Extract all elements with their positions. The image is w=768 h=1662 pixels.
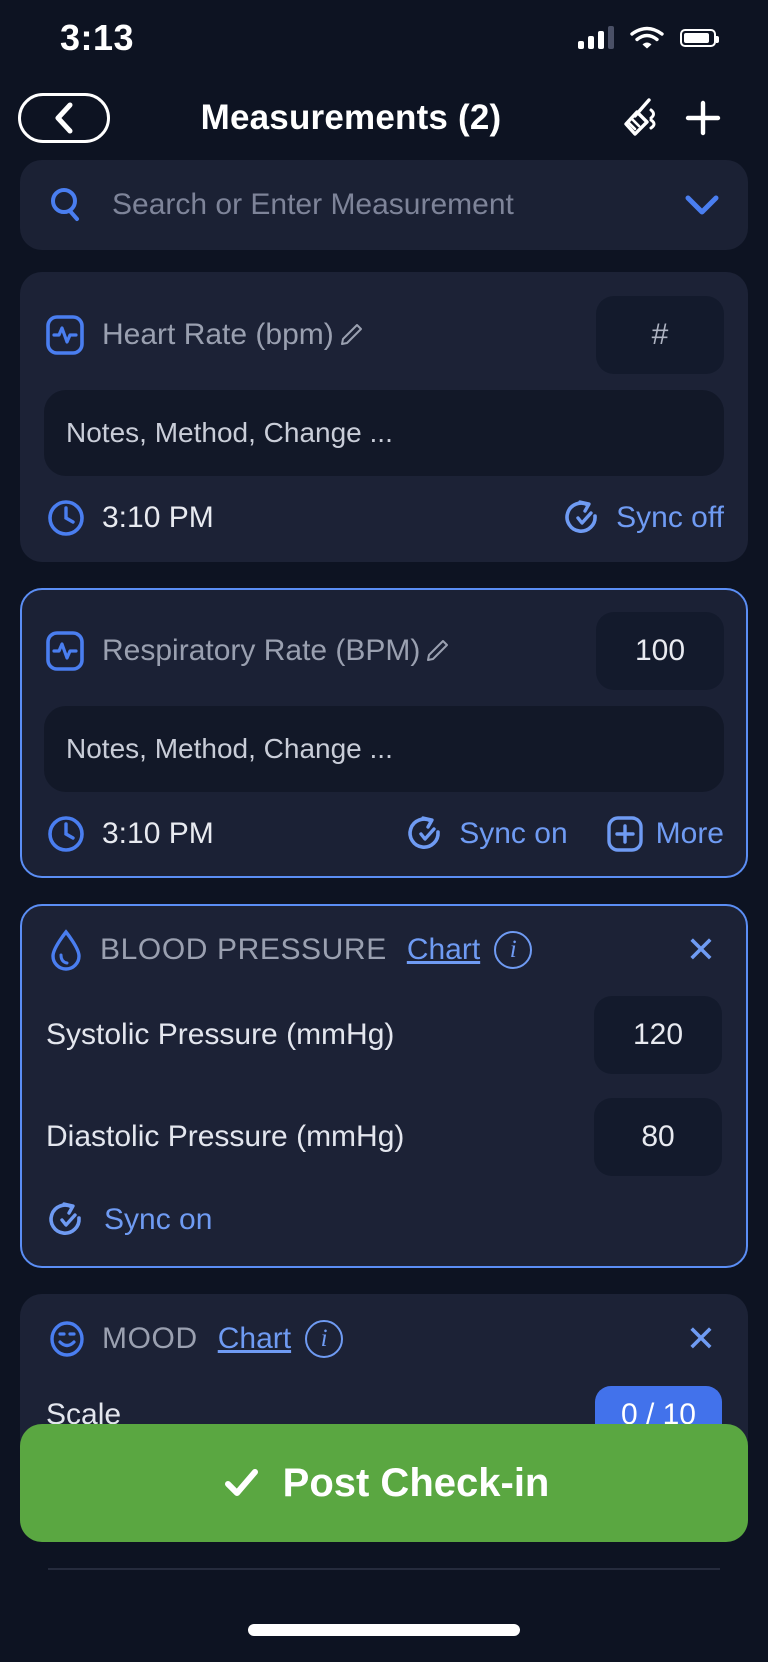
smiley-icon <box>50 1321 84 1357</box>
pencil-icon[interactable] <box>424 638 450 664</box>
chart-link[interactable]: Chart <box>218 1322 291 1356</box>
measurement-value-input[interactable]: # <box>596 296 724 374</box>
post-checkin-button[interactable]: Post Check-in <box>20 1424 748 1542</box>
panel-header: MOOD Chart i ✕ <box>46 1318 722 1360</box>
search-bar[interactable]: Search or Enter Measurement <box>20 160 748 250</box>
measurement-card-heart-rate[interactable]: Heart Rate (bpm) # Notes, Method, Change… <box>20 272 748 562</box>
info-icon[interactable]: i <box>494 931 533 969</box>
field-value-input[interactable]: 120 <box>594 996 722 1074</box>
pencil-icon[interactable] <box>338 322 364 348</box>
panel-blood-pressure[interactable]: BLOOD PRESSURE Chart i ✕ Systolic Pressu… <box>20 904 748 1268</box>
search-icon <box>51 188 79 221</box>
field-label: Systolic Pressure (mmHg) <box>46 1018 395 1051</box>
clear-all-button[interactable] <box>612 91 666 145</box>
bottom-divider <box>48 1568 720 1570</box>
battery-icon <box>680 29 719 47</box>
back-button[interactable] <box>18 93 110 143</box>
droplet-icon <box>51 929 81 971</box>
measurement-header: Heart Rate (bpm) # <box>44 296 724 374</box>
info-icon[interactable]: i <box>305 1320 344 1358</box>
phone-screen: 3:13 Measurements (2) Search or Enter Me… <box>0 0 768 1662</box>
sync-label: Sync on <box>104 1203 213 1236</box>
nav-bar: Measurements (2) <box>0 76 768 160</box>
status-bar-icons <box>578 26 719 50</box>
post-checkin-label: Post Check-in <box>282 1460 550 1505</box>
broom-icon <box>624 98 656 136</box>
chevron-down-icon[interactable] <box>682 192 722 218</box>
measurement-footer: 3:10 PM Sync on More <box>44 812 724 856</box>
sync-toggle[interactable]: Sync on <box>405 812 568 856</box>
panel-header: BLOOD PRESSURE Chart i ✕ <box>46 928 722 972</box>
field-label: Diastolic Pressure (mmHg) <box>46 1120 405 1153</box>
field-value-input[interactable]: 80 <box>594 1098 722 1176</box>
cellular-signal-icon <box>578 26 614 49</box>
measurement-time[interactable]: 3:10 PM <box>102 501 214 535</box>
search-input[interactable]: Search or Enter Measurement <box>112 188 656 222</box>
more-label: More <box>655 817 724 850</box>
page-title: Measurements (2) <box>200 98 502 137</box>
sync-label: Sync off <box>616 501 724 534</box>
notes-input[interactable]: Notes, Method, Change ... <box>44 390 724 476</box>
sync-icon <box>408 816 441 849</box>
sync-toggle[interactable]: Sync on <box>46 1198 722 1242</box>
sync-icon <box>565 500 597 533</box>
pulse-activity-icon <box>44 314 86 356</box>
wifi-icon <box>630 26 664 49</box>
measurement-label-text: Heart Rate (bpm) <box>102 318 334 351</box>
status-bar-time: 3:13 <box>60 17 135 58</box>
chevron-left-icon <box>55 102 73 134</box>
clock-icon[interactable] <box>44 812 88 856</box>
measurement-header: Respiratory Rate (BPM) 100 <box>44 612 724 690</box>
measurement-label: Respiratory Rate (BPM) <box>102 634 580 668</box>
close-icon[interactable]: ✕ <box>680 1318 722 1360</box>
home-indicator <box>248 1624 520 1636</box>
measurement-label: Heart Rate (bpm) <box>102 318 580 352</box>
pulse-activity-icon <box>44 630 86 672</box>
notes-input[interactable]: Notes, Method, Change ... <box>44 706 724 792</box>
sync-toggle[interactable]: Sync off <box>562 496 724 540</box>
add-measurement-button[interactable] <box>676 91 730 145</box>
field-row-diastolic: Diastolic Pressure (mmHg) 80 <box>46 1098 722 1176</box>
measurement-card-respiratory-rate[interactable]: Respiratory Rate (BPM) 100 Notes, Method… <box>20 588 748 878</box>
status-bar: 3:13 <box>0 0 768 76</box>
check-icon <box>224 1469 258 1496</box>
close-icon[interactable]: ✕ <box>680 929 722 971</box>
sync-icon <box>49 1202 81 1235</box>
more-button[interactable]: More <box>604 813 724 855</box>
measurement-value-input[interactable]: 100 <box>596 612 724 690</box>
panel-title: BLOOD PRESSURE <box>100 933 387 966</box>
field-row-systolic: Systolic Pressure (mmHg) 120 <box>46 996 722 1074</box>
measurement-time[interactable]: 3:10 PM <box>102 817 214 851</box>
measurement-footer: 3:10 PM Sync off <box>44 496 724 540</box>
plus-square-icon <box>606 816 643 852</box>
content-scroll: Search or Enter Measurement Heart Rate (… <box>0 160 768 1530</box>
chart-link[interactable]: Chart <box>407 933 480 967</box>
panel-title: MOOD <box>102 1322 198 1355</box>
measurement-label-text: Respiratory Rate (BPM) <box>102 634 421 667</box>
sync-label: Sync on <box>459 817 568 850</box>
plus-icon <box>685 100 721 136</box>
clock-icon[interactable] <box>44 496 88 540</box>
